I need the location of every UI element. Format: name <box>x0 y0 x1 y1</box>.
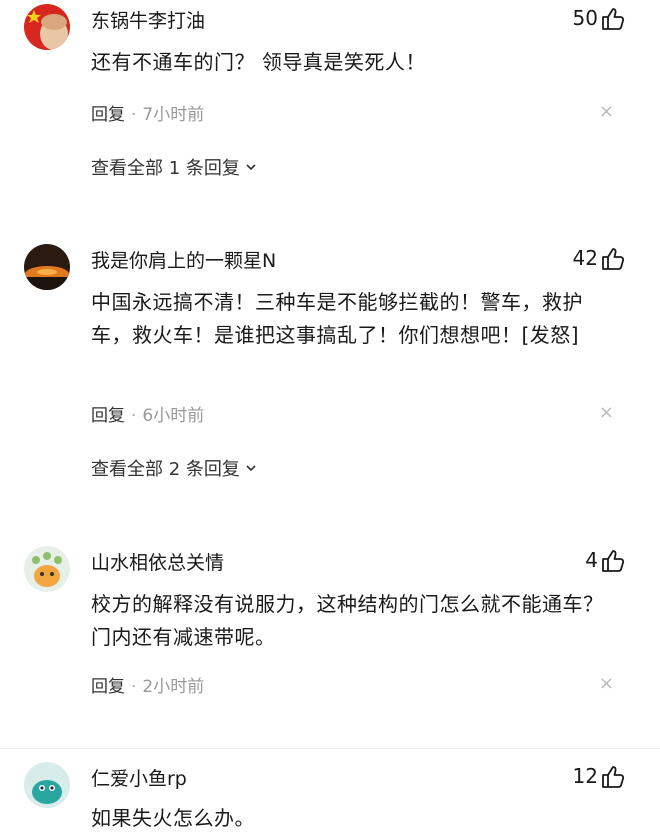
reply-button[interactable]: 回复 <box>91 406 125 426</box>
comment-author[interactable]: 我是你肩上的一颗星N <box>91 246 276 273</box>
comment-meta: 回复 · 2小时前 <box>91 672 204 697</box>
thumbs-up-icon[interactable] <box>600 246 626 272</box>
avatar[interactable] <box>24 244 70 290</box>
comment-text: 还有不通车的门？ 领导真是笑死人！ <box>91 50 426 74</box>
divider <box>0 748 660 749</box>
avatar[interactable] <box>24 546 70 592</box>
chevron-down-icon <box>246 164 256 171</box>
separator-dot: · <box>131 105 137 125</box>
avatar[interactable] <box>24 4 70 50</box>
view-replies-button[interactable]: 查看全部 2 条回复 <box>91 455 256 481</box>
comment-text: 校方的解释没有说服力，这种结构的门怎么就不能通车？门内还有减速带呢。 <box>91 592 604 649</box>
thumbs-up-icon[interactable] <box>600 764 626 790</box>
view-replies-label: 查看全部 1 条回复 <box>91 158 240 179</box>
comment-author[interactable]: 山水相依总关情 <box>91 548 224 575</box>
like-count: 12 <box>572 764 598 788</box>
chevron-down-icon <box>246 465 256 472</box>
close-icon[interactable]: × <box>599 673 614 694</box>
close-icon[interactable]: × <box>599 402 614 423</box>
comment-time: 7小时前 <box>142 105 205 125</box>
separator-dot: · <box>131 677 137 697</box>
like-count: 42 <box>572 246 598 270</box>
comment-time: 2小时前 <box>142 677 205 697</box>
reply-button[interactable]: 回复 <box>91 677 125 697</box>
view-replies-button[interactable]: 查看全部 1 条回复 <box>91 154 256 180</box>
comment-meta: 回复 · 7小时前 <box>91 100 204 125</box>
comment-text: 如果失火怎么办。 <box>91 806 255 830</box>
like-count: 4 <box>585 548 598 572</box>
comment-meta: 回复 · 6小时前 <box>91 401 204 426</box>
comment-text: 中国永远搞不清！三种车是不能够拦截的！警车，救护车，救火车！是谁把这事搞乱了！你… <box>91 290 583 347</box>
comment-author[interactable]: 东锅牛李打油 <box>91 6 205 33</box>
avatar[interactable] <box>24 762 70 808</box>
view-replies-label: 查看全部 2 条回复 <box>91 459 240 480</box>
comment-time: 6小时前 <box>142 406 205 426</box>
thumbs-up-icon[interactable] <box>600 548 626 574</box>
like-count: 50 <box>572 6 598 30</box>
reply-button[interactable]: 回复 <box>91 105 125 125</box>
separator-dot: · <box>131 406 137 426</box>
thumbs-up-icon[interactable] <box>600 6 626 32</box>
comment-author[interactable]: 仁爱小鱼rp <box>91 764 187 791</box>
close-icon[interactable]: × <box>599 101 614 122</box>
